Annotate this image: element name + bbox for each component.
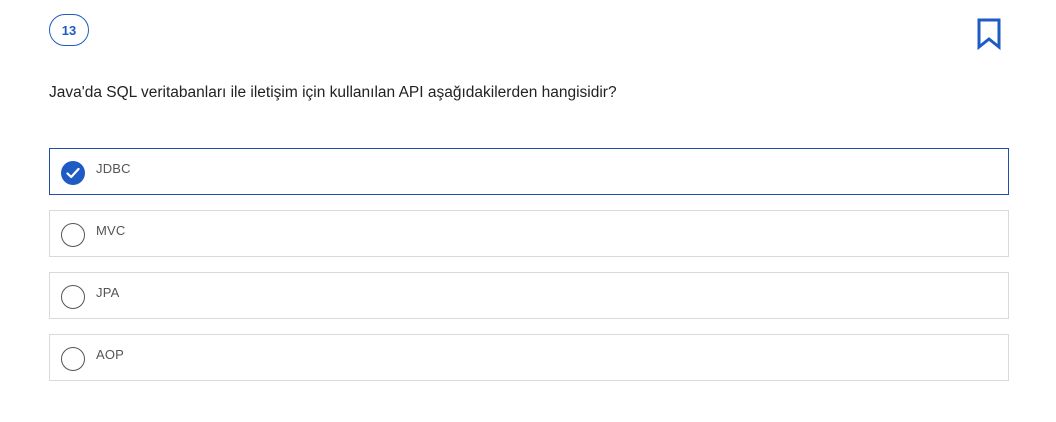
answer-option-label: JDBC bbox=[96, 161, 131, 176]
question-number-badge: 13 bbox=[49, 14, 89, 46]
bookmark-icon[interactable] bbox=[976, 18, 1002, 51]
answer-option-label: MVC bbox=[96, 223, 126, 238]
answer-option-jpa[interactable]: JPA bbox=[49, 272, 1009, 319]
answer-option-label: JPA bbox=[96, 285, 120, 300]
question-text: Java'da SQL veritabanları ile iletişim i… bbox=[49, 84, 617, 101]
quiz-question-page: 13 Java'da SQL veritabanları ile iletişi… bbox=[0, 0, 1056, 422]
radio-button-checked[interactable] bbox=[61, 161, 85, 185]
answer-option-jdbc[interactable]: JDBC bbox=[49, 148, 1009, 195]
radio-button[interactable] bbox=[61, 223, 85, 247]
question-number: 13 bbox=[61, 22, 77, 38]
answer-option-aop[interactable]: AOP bbox=[49, 334, 1009, 381]
answer-options: JDBC MVC JPA AOP bbox=[49, 148, 1009, 396]
answer-option-label: AOP bbox=[96, 347, 125, 362]
radio-button[interactable] bbox=[61, 347, 85, 371]
radio-button[interactable] bbox=[61, 285, 85, 309]
check-icon bbox=[66, 167, 80, 179]
answer-option-mvc[interactable]: MVC bbox=[49, 210, 1009, 257]
